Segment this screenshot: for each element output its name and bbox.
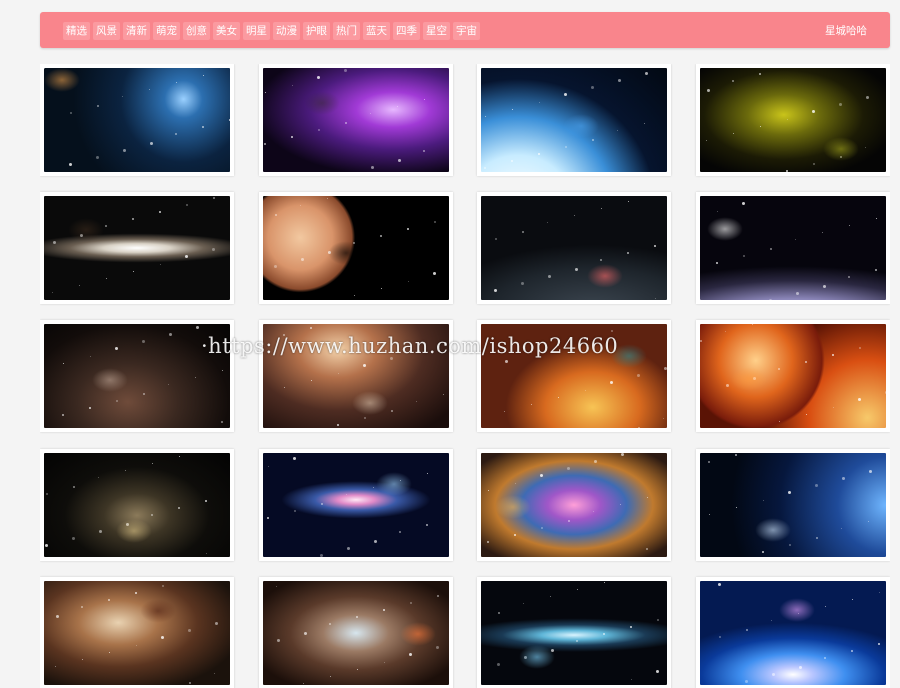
wallpaper-card[interactable]: [477, 192, 671, 304]
category-list: 精选 风景 清新 萌宠 创意 美女 明星 动漫 护眼 热门 蓝天 四季 星空 宇宙: [63, 22, 480, 40]
category-tab[interactable]: 萌宠: [153, 22, 180, 40]
wallpaper-card[interactable]: [696, 577, 890, 688]
fiery-earth-wallpaper: [481, 324, 667, 428]
category-tab[interactable]: 四季: [393, 22, 420, 40]
yellow-nebula-wallpaper: [700, 68, 886, 172]
golden-dust-wallpaper: [44, 453, 230, 557]
wallpaper-card[interactable]: [696, 192, 890, 304]
wallpaper-card[interactable]: [40, 449, 234, 561]
brand-link[interactable]: 星城哈哈: [825, 22, 867, 40]
brown-nebula-wallpaper: [44, 581, 230, 685]
wallpaper-card[interactable]: [40, 577, 234, 688]
blue-galaxy-band-wallpaper: [481, 581, 667, 685]
category-tab[interactable]: 美女: [213, 22, 240, 40]
category-tab[interactable]: 风景: [93, 22, 120, 40]
sombrero-galaxy-wallpaper: [44, 196, 230, 300]
wallpaper-card[interactable]: [696, 64, 890, 176]
wallpaper-card[interactable]: [477, 577, 671, 688]
category-tab[interactable]: 清新: [123, 22, 150, 40]
red-planets-wallpaper: [700, 324, 886, 428]
spiral-galaxy-wallpaper: [263, 453, 449, 557]
wallpaper-card[interactable]: [477, 449, 671, 561]
category-tab[interactable]: 宇宙: [453, 22, 480, 40]
wallpaper-card[interactable]: [40, 64, 234, 176]
ringed-planet-wallpaper: [481, 196, 667, 300]
light-burst-wallpaper: [700, 581, 886, 685]
category-tab[interactable]: 创意: [183, 22, 210, 40]
category-tab[interactable]: 热门: [333, 22, 360, 40]
wallpaper-card[interactable]: [259, 449, 453, 561]
category-tab[interactable]: 精选: [63, 22, 90, 40]
wallpaper-card[interactable]: [259, 64, 453, 176]
category-tab[interactable]: 明星: [243, 22, 270, 40]
wallpaper-card[interactable]: [259, 192, 453, 304]
wallpaper-card[interactable]: [259, 320, 453, 432]
colorful-nebula-wallpaper: [481, 453, 667, 557]
category-tab[interactable]: 蓝天: [363, 22, 390, 40]
cosmic-explosion-wallpaper: [263, 581, 449, 685]
purple-planet-horizon-wallpaper: [700, 196, 886, 300]
wallpaper-grid: [40, 64, 890, 688]
wallpaper-card[interactable]: [477, 64, 671, 176]
category-nav-bar: 精选 风景 清新 萌宠 创意 美女 明星 动漫 护眼 热门 蓝天 四季 星空 宇宙 星城哈哈: [40, 12, 890, 48]
wallpaper-card[interactable]: [477, 320, 671, 432]
purple-nebula-planet-wallpaper: [263, 68, 449, 172]
category-tab[interactable]: 护眼: [303, 22, 330, 40]
wallpaper-card[interactable]: [696, 320, 890, 432]
alien-ship-wallpaper: [44, 324, 230, 428]
asteroid-field-wallpaper: [263, 324, 449, 428]
orange-planets-wallpaper: [263, 196, 449, 300]
wallpaper-card[interactable]: [696, 449, 890, 561]
deep-blue-planet-wallpaper: [700, 453, 886, 557]
wallpaper-card[interactable]: [40, 320, 234, 432]
blue-planet-horizon-wallpaper: [481, 68, 667, 172]
category-tab[interactable]: 动漫: [273, 22, 300, 40]
wallpaper-card[interactable]: [40, 192, 234, 304]
wallpaper-card[interactable]: [259, 577, 453, 688]
category-tab[interactable]: 星空: [423, 22, 450, 40]
nebula-ships-wallpaper: [44, 68, 230, 172]
